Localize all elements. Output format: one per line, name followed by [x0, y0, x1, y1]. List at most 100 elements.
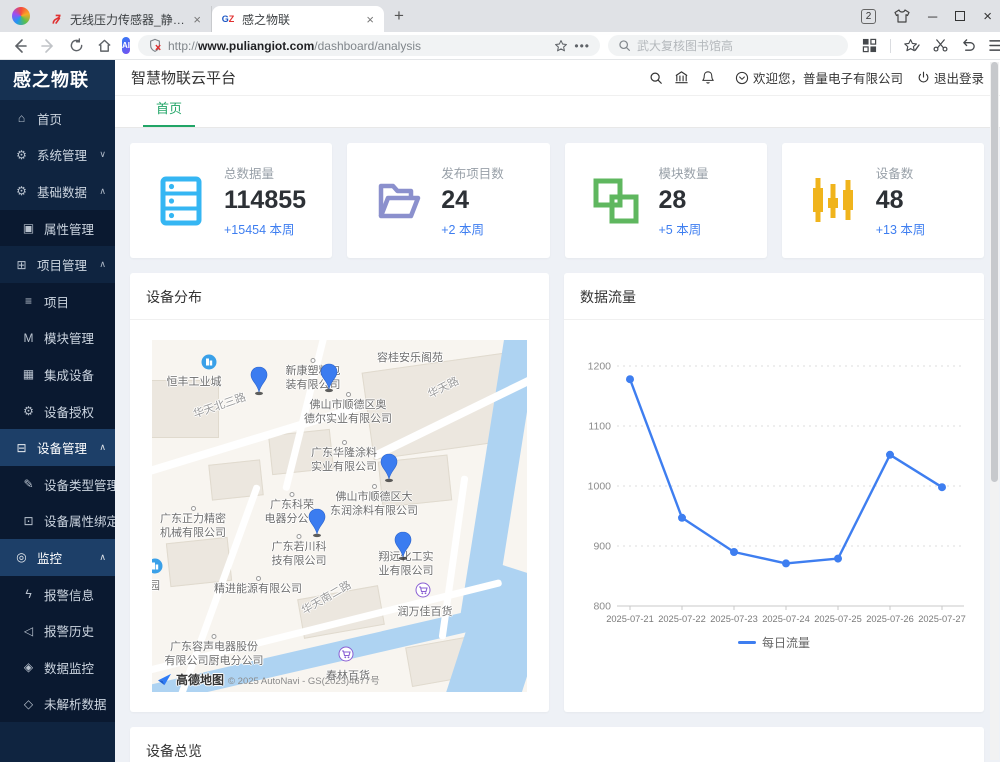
sidebar-item-label: 项目	[44, 292, 69, 311]
sidebar-item-device-attr-bind[interactable]: ⊡设备属性绑定	[0, 503, 115, 540]
ai-assistant-icon[interactable]: AI	[122, 37, 130, 54]
card-module-count: 模块数量 28 +5 本周	[565, 143, 767, 258]
forward-icon[interactable]	[38, 36, 58, 56]
sidebar-item-label: 监控	[37, 548, 62, 567]
autonavi-logo-icon	[157, 673, 172, 686]
chart-legend-item[interactable]: 每日流量	[572, 634, 976, 651]
map-label-dadongrun-coating: 佛山市顺德区大 东润涂料有限公司	[330, 484, 418, 519]
svg-text:800: 800	[593, 601, 611, 613]
apps-grid-icon[interactable]	[862, 38, 877, 53]
theme-skin-icon[interactable]	[894, 9, 910, 23]
sidebar-item-label: 未解析数据	[44, 694, 107, 713]
svg-text:2025-07-23: 2025-07-23	[710, 614, 758, 624]
sidebar-item-device-type-mgmt[interactable]: ✎设备类型管理	[0, 466, 115, 503]
list-icon: ≡	[20, 294, 37, 308]
sidebar-item-module-mgmt[interactable]: M模块管理	[0, 320, 115, 357]
card-value: 28	[659, 186, 709, 215]
sidebar-item-project-mgmt[interactable]: ⊞项目管理∧	[0, 246, 115, 283]
poi-dot-icon	[297, 534, 302, 539]
new-tab-button[interactable]: +	[394, 6, 404, 26]
map-label-zhengli-machinery: 广东正力精密 机械有限公司	[160, 506, 226, 541]
screenshot-scissors-icon[interactable]	[933, 38, 948, 53]
notification-bell-icon[interactable]	[695, 70, 721, 85]
card-published-projects: 发布项目数 24 +2 本周	[347, 143, 549, 258]
poi-dot-icon	[256, 576, 261, 581]
sidebar-item-label: 集成设备	[44, 365, 94, 384]
sidebar-item-base-data[interactable]: ⚙基础数据∧	[0, 173, 115, 210]
more-options-icon[interactable]: •••	[574, 39, 590, 53]
poi-dot-icon	[346, 392, 351, 397]
map-cart-icon	[416, 583, 431, 598]
welcome-user[interactable]: 欢迎您，普量电子有限公司	[735, 68, 903, 87]
sidebar-item-alarm-info[interactable]: ϟ报警信息	[0, 576, 115, 613]
insecure-shield-icon[interactable]	[148, 38, 162, 53]
card-label: 发布项目数	[441, 163, 504, 182]
map-pin[interactable]	[379, 453, 399, 483]
svg-text:2025-07-25: 2025-07-25	[814, 614, 862, 624]
extension-badge[interactable]: 2	[861, 9, 876, 24]
power-icon	[917, 71, 930, 84]
tab-home[interactable]: 首页	[143, 98, 195, 127]
sidebar-item-project[interactable]: ≡ 项目	[0, 283, 115, 320]
flow-line-chart: 1200110010009008002025-07-212025-07-2220…	[572, 348, 976, 628]
tab-close-icon[interactable]: ×	[364, 12, 376, 27]
map-pin[interactable]	[393, 531, 413, 561]
tab-close-icon[interactable]: ×	[191, 12, 203, 27]
sidebar-item-device-mgmt[interactable]: ⊟设备管理∧	[0, 429, 115, 466]
maximize-button[interactable]	[955, 11, 965, 21]
sidebar-item-attr-mgmt[interactable]: ▣属性管理	[0, 210, 115, 247]
browser-tab-inactive[interactable]: 无线压力传感器_静力水准仪_ ×	[40, 6, 212, 32]
menu-hamburger-icon[interactable]	[989, 39, 1000, 52]
sidebar-item-integrated-device[interactable]: ▦ 集成设备	[0, 356, 115, 393]
sidebar-item-unparsed-data[interactable]: ◇未解析数据	[0, 686, 115, 723]
card-value: 24	[441, 186, 504, 215]
browser-logo-icon[interactable]	[12, 7, 30, 25]
device-distribution-panel: 设备分布	[130, 273, 549, 712]
card-value: 114855	[224, 186, 306, 215]
panel-title: 设备分布	[130, 273, 549, 320]
favorites-edit-icon[interactable]	[904, 38, 920, 53]
minimize-button[interactable]: ─	[928, 9, 937, 24]
candlestick-icon	[808, 176, 858, 226]
chevron-down-icon: ∨	[99, 149, 106, 160]
gear-icon: ⚙	[13, 148, 30, 162]
home-icon[interactable]	[94, 36, 114, 56]
search-box[interactable]: 武大复核图书馆高	[608, 35, 848, 56]
header-search-icon[interactable]	[643, 71, 669, 85]
close-window-button[interactable]: ×	[983, 8, 992, 25]
scrollbar-thumb[interactable]	[991, 62, 998, 482]
chevron-up-icon: ∧	[99, 259, 106, 270]
card-total-data: 总数据量 114855 +15454 本周	[130, 143, 332, 258]
sidebar-item-home[interactable]: ⌂首页	[0, 100, 115, 137]
device-icon: ▦	[20, 367, 37, 381]
browser-tab-active[interactable]: GZ 感之物联 ×	[212, 6, 384, 32]
reload-icon[interactable]	[66, 36, 86, 56]
card-value: 48	[876, 186, 926, 215]
dashboard-content: 总数据量 114855 +15454 本周 发布项目数 24	[115, 128, 1000, 762]
poi-dot-icon	[342, 440, 347, 445]
sidebar-item-alarm-history[interactable]: ◁报警历史	[0, 612, 115, 649]
sidebar-item-label: 系统管理	[37, 145, 87, 164]
sidebar-item-device-auth[interactable]: ⚙设备授权	[0, 393, 115, 430]
device-map[interactable]: 新康塑料包 装有限公司容桂安乐阁苑恒丰工业城华天北三路佛山市顺德区奥 德尔实业有…	[152, 340, 527, 692]
sidebar-item-system-mgmt[interactable]: ⚙ 系统管理 ∨	[0, 137, 115, 174]
search-placeholder: 武大复核图书馆高	[637, 37, 733, 54]
sidebar-item-data-monitor[interactable]: ◈数据监控	[0, 649, 115, 686]
page-scrollbar[interactable]	[990, 62, 999, 760]
map-pin[interactable]	[319, 363, 339, 393]
map-pin[interactable]	[307, 508, 327, 538]
sidebar-item-monitor[interactable]: ◎监控∧	[0, 539, 115, 576]
map-pin[interactable]	[249, 366, 269, 396]
organization-bank-icon[interactable]	[669, 70, 695, 85]
undo-restore-icon[interactable]	[961, 38, 976, 53]
bind-icon: ⊡	[20, 514, 37, 528]
logout-button[interactable]: 退出登录	[917, 68, 984, 87]
modules-icon	[591, 176, 641, 226]
address-bar[interactable]: http://www.puliangiot.com/dashboard/anal…	[138, 35, 600, 56]
chevron-up-icon: ∧	[99, 442, 106, 453]
bookmark-star-icon[interactable]	[554, 39, 568, 53]
alarm-icon: ϟ	[20, 587, 37, 601]
back-icon[interactable]	[10, 36, 30, 56]
card-label: 总数据量	[224, 163, 306, 182]
card-label: 模块数量	[659, 163, 709, 182]
